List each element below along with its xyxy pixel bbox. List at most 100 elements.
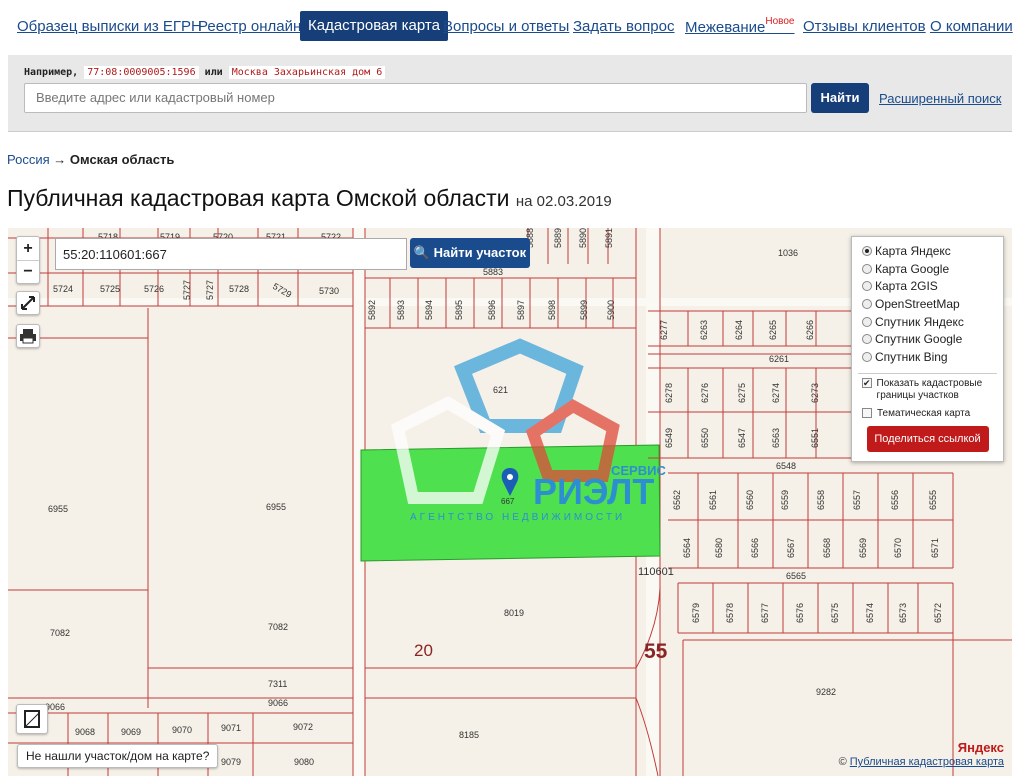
label-6556: 6556 <box>890 490 900 510</box>
new-badge: Новое <box>765 16 795 27</box>
search-icon: 🔍 <box>413 245 431 260</box>
zoom-out-button[interactable]: − <box>17 261 39 284</box>
layer-label: Спутник Google <box>875 332 963 347</box>
zoom-control: + − <box>16 236 40 284</box>
label-6575: 6575 <box>830 603 840 623</box>
find-parcel-label: Найти участок <box>433 245 527 260</box>
label-6564: 6564 <box>682 538 692 558</box>
nav-cadastral-map[interactable]: Кадастровая карта <box>300 11 448 41</box>
label-6571: 6571 <box>930 538 940 558</box>
label-6266: 6266 <box>805 320 815 340</box>
radio[interactable] <box>862 316 872 327</box>
fullscreen-button[interactable] <box>16 291 40 315</box>
breadcrumb-russia[interactable]: Россия <box>7 152 50 167</box>
layer-label: Спутник Bing <box>875 350 948 365</box>
label-6569: 6569 <box>858 538 868 558</box>
show-borders-checkbox[interactable]: ✔ <box>862 377 872 388</box>
advanced-search-link[interactable]: Расширенный поиск <box>879 91 1001 106</box>
attribution-link[interactable]: Публичная кадастровая карта <box>850 756 1004 768</box>
label-5896: 5896 <box>487 300 497 320</box>
label-5725: 5725 <box>100 284 120 294</box>
thematic-map-option[interactable]: Тематическая карта <box>862 407 993 420</box>
label-5890: 5890 <box>578 228 588 248</box>
label-9070: 9070 <box>172 725 192 735</box>
label-5895: 5895 <box>454 300 464 320</box>
radio[interactable] <box>862 281 872 292</box>
layer-google-map[interactable]: Карта Google <box>862 261 993 279</box>
radio-selected[interactable] <box>862 246 872 256</box>
zoom-in-button[interactable]: + <box>17 237 39 261</box>
label-5728: 5728 <box>229 284 249 294</box>
search-button[interactable]: Найти <box>811 83 869 113</box>
label-7082-b: 7082 <box>268 622 288 632</box>
label-6277: 6277 <box>659 320 669 340</box>
label-9080: 9080 <box>294 757 314 767</box>
cadastral-number-input[interactable]: 55:20:110601:667 <box>55 238 407 270</box>
label-6565: 6565 <box>786 571 806 581</box>
print-icon <box>20 329 36 344</box>
nav-about[interactable]: О компании <box>930 18 1013 35</box>
layer-openstreetmap[interactable]: OpenStreetMap <box>862 296 993 314</box>
label-6577: 6577 <box>760 603 770 623</box>
label-7311: 7311 <box>268 679 287 689</box>
label-6275: 6275 <box>737 383 747 403</box>
print-button[interactable] <box>16 324 40 348</box>
cadastral-map[interactable]: СЕРВИС РИЭЛТ АГЕНТСТВО НЕДВИЖИМОСТИ 5718… <box>8 228 1012 776</box>
label-9079: 9079 <box>221 757 241 767</box>
label-6265: 6265 <box>768 320 778 340</box>
label-6578: 6578 <box>725 603 735 623</box>
label-6574: 6574 <box>865 603 875 623</box>
label-6579: 6579 <box>691 603 701 623</box>
layer-label: OpenStreetMap <box>875 297 960 312</box>
nav-faq[interactable]: Вопросы и ответы <box>443 18 569 35</box>
label-5891: 5891 <box>604 228 614 248</box>
label-5897: 5897 <box>516 300 526 320</box>
radio[interactable] <box>862 352 872 363</box>
ruler-button[interactable] <box>16 704 48 734</box>
layer-yandex-satellite[interactable]: Спутник Яндекс <box>862 314 993 332</box>
address-search-input[interactable]: Введите адрес или кадастровый номер <box>24 83 807 113</box>
page-title: Публичная кадастровая карта Омской облас… <box>7 185 612 212</box>
radio[interactable] <box>862 299 872 310</box>
label-6560: 6560 <box>745 490 755 510</box>
radio[interactable] <box>862 263 872 274</box>
label-6276: 6276 <box>700 383 710 403</box>
label-5894: 5894 <box>424 300 434 320</box>
page-title-text: Публичная кадастровая карта Омской облас… <box>7 185 510 211</box>
show-borders-label: Показать кадастровые границы участков <box>876 377 983 401</box>
find-parcel-button[interactable]: 🔍 Найти участок <box>410 238 530 268</box>
attribution-prefix: © <box>838 756 847 768</box>
nav-reviews[interactable]: Отзывы клиентов <box>803 18 926 35</box>
label-6955-a: 6955 <box>48 504 68 514</box>
label-5726: 5726 <box>144 284 164 294</box>
label-region-55: 55 <box>644 640 668 663</box>
layer-bing-satellite[interactable]: Спутник Bing <box>862 349 993 367</box>
label-9072: 9072 <box>293 722 313 732</box>
label-7082-a: 7082 <box>50 628 70 638</box>
nav-registry-online[interactable]: Реестр онлайн <box>198 18 301 35</box>
label-6547: 6547 <box>737 428 747 448</box>
nav-sample-egrn[interactable]: Образец выписки из ЕГРН <box>17 18 202 35</box>
layer-label: Карта 2GIS <box>875 279 938 294</box>
label-6562: 6562 <box>672 490 682 510</box>
layer-2gis-map[interactable]: Карта 2GIS <box>862 278 993 296</box>
fullscreen-icon <box>21 296 35 310</box>
label-6563: 6563 <box>771 428 781 448</box>
label-5899: 5899 <box>579 300 589 320</box>
share-link-button[interactable]: Поделиться ссылкой <box>866 425 989 452</box>
layer-google-satellite[interactable]: Спутник Google <box>862 331 993 349</box>
show-borders-option[interactable]: ✔ Показать кадастровые границы участков <box>862 377 993 402</box>
example-code-1[interactable]: 77:08:0009005:1596 <box>84 66 199 79</box>
nav-ask-question[interactable]: Задать вопрос <box>573 18 674 35</box>
not-found-button[interactable]: Не нашли участок/дом на карте? <box>17 744 219 768</box>
nav-land-surveying[interactable]: МежеваниеНовое <box>685 16 795 36</box>
layer-yandex-map[interactable]: Карта Яндекс <box>862 243 993 261</box>
label-9066-b: 9066 <box>268 698 288 708</box>
radio[interactable] <box>862 334 872 345</box>
label-5729: 5729 <box>271 281 293 300</box>
label-5898: 5898 <box>547 300 557 320</box>
example-code-2[interactable]: Москва Захарьинская дом 6 <box>228 66 386 79</box>
page-date: на 02.03.2019 <box>515 193 612 210</box>
thematic-map-checkbox[interactable] <box>862 407 872 418</box>
label-6580: 6580 <box>714 538 724 558</box>
